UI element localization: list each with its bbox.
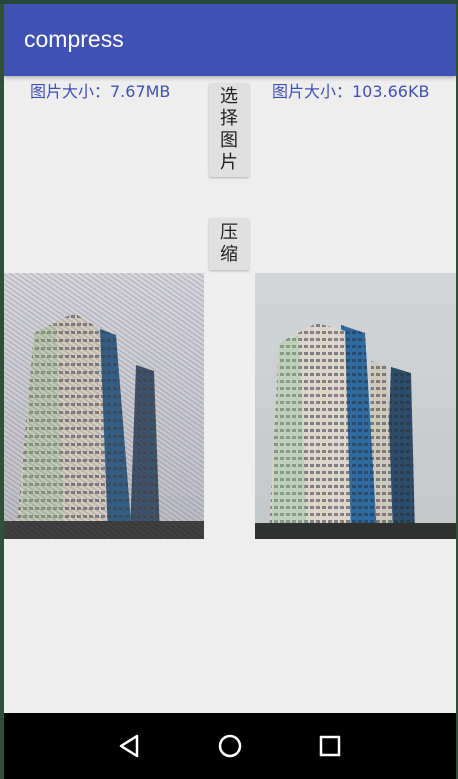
app-bar: compress [4,4,456,76]
compress-button[interactable]: 压缩 [209,218,249,270]
home-circle-icon[interactable] [215,731,245,761]
app-title: compress [24,26,124,52]
original-size-label: 图片大小：7.67MB [30,82,171,101]
compressed-size-label: 图片大小：103.66KB [272,82,430,101]
app-window: compress 图片大小：7.67MB 图片大小：103.66KB 选择图片 … [4,4,456,779]
select-image-button-label: 选择图片 [220,86,238,173]
select-image-button[interactable]: 选择图片 [209,83,249,177]
back-triangle-icon[interactable] [115,731,145,761]
recent-square-icon[interactable] [315,731,345,761]
compressed-image [255,273,456,539]
compress-button-label: 压缩 [220,222,238,265]
original-image [4,273,204,539]
navigation-bar [4,713,456,779]
